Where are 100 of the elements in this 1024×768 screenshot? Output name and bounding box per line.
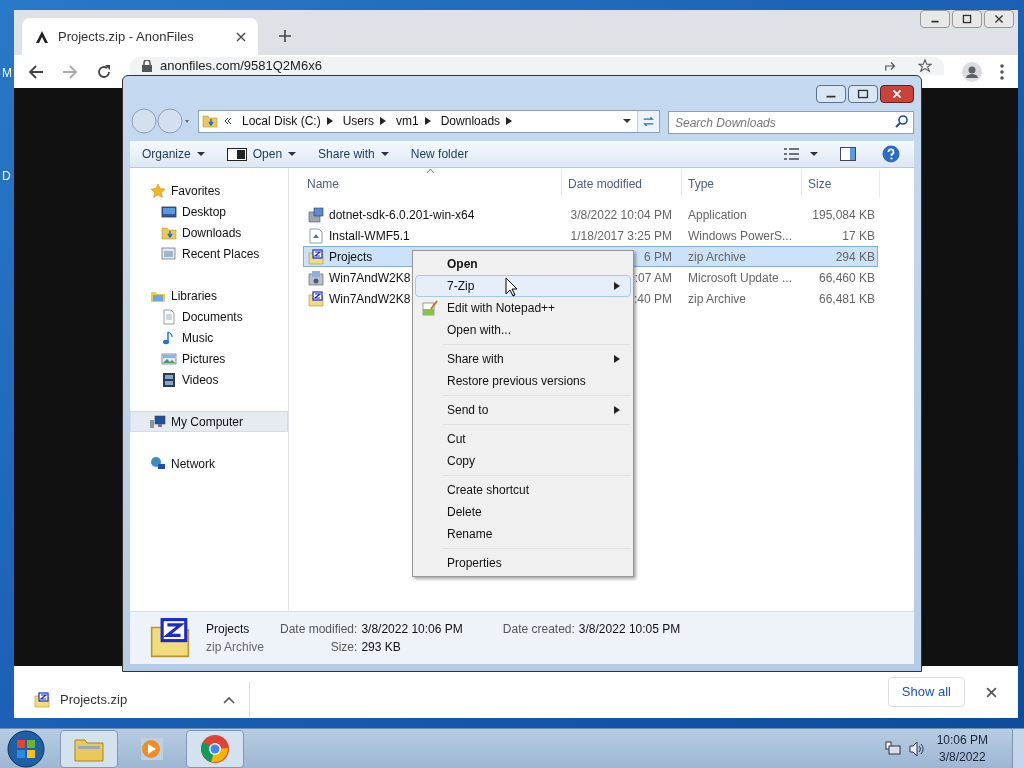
detail-label: Date modified: [280, 621, 358, 638]
preview-pane-icon[interactable] [840, 147, 856, 161]
close-icon[interactable] [880, 85, 914, 103]
toolbar-button[interactable]: Share with [318, 143, 389, 165]
nav-item[interactable]: Recent Places [130, 243, 288, 264]
installer-icon [308, 206, 324, 223]
notepad-icon [422, 300, 438, 316]
arrow-icon [424, 117, 431, 125]
arrow-icon [614, 355, 620, 363]
nav-item[interactable]: Libraries [130, 285, 288, 306]
arrow-icon [380, 117, 387, 125]
menu-item[interactable]: Cut [415, 428, 631, 450]
menu-item[interactable]: Copy [415, 450, 631, 472]
nav-item[interactable]: Videos [130, 369, 288, 390]
menu-icon[interactable] [1000, 63, 1004, 80]
folder-icon [202, 113, 218, 129]
chevron-up-icon[interactable] [223, 696, 235, 704]
date-cell-text: 1/18/2017 3:25 PM [570, 227, 672, 245]
toolbar-button[interactable]: Organize [142, 143, 205, 165]
clock-time: 10:06 PM [936, 731, 988, 749]
caret-icon [288, 150, 297, 158]
address-field[interactable]: anonfiles.com/9581Q2M6x6 [130, 57, 944, 75]
view-list-icon[interactable] [784, 148, 800, 160]
size-cell-text: 195,084 KB [812, 206, 875, 224]
bookmark-star-icon[interactable] [918, 59, 932, 73]
detail-value: 3/8/2022 10:06 PM [361, 621, 463, 638]
menu-item[interactable]: Open [415, 253, 631, 275]
caret-icon [623, 117, 631, 125]
address-bar[interactable]: Local Disk (C:) Users vm1 Downloads [198, 109, 660, 133]
menu-item[interactable]: Open with... [415, 319, 631, 341]
new-tab-icon[interactable] [278, 29, 292, 43]
search-field[interactable]: Search Downloads [668, 111, 914, 134]
cursor-icon [505, 277, 518, 297]
file-name[interactable]: Projects [329, 247, 373, 266]
arrow-icon [326, 117, 333, 125]
clock-date: 3/8/2022 [938, 748, 986, 766]
size-cell-text: 66,481 KB [818, 290, 875, 308]
close-icon[interactable] [236, 31, 246, 42]
taskbar-button[interactable] [186, 729, 244, 768]
menu-item[interactable]: 7-Zip [415, 275, 631, 297]
volume-icon[interactable] [908, 740, 925, 757]
date-cell-text: :07 AM [634, 269, 672, 287]
nav-item[interactable]: Network [130, 453, 288, 474]
column-header[interactable]: Date modified [562, 170, 682, 197]
show-all-button[interactable]: Show all [887, 677, 965, 707]
menu-item[interactable]: Send to [415, 399, 631, 421]
type-cell: zip Archive [688, 291, 747, 306]
file-name[interactable]: dotnet-sdk-6.0.201-win-x64 [329, 205, 475, 224]
toolbar-button[interactable]: Open [226, 143, 297, 165]
close-icon[interactable] [986, 686, 997, 698]
file-name[interactable]: Win7AndW2K8 [329, 289, 411, 308]
minimize-icon[interactable] [816, 85, 846, 103]
file-name[interactable]: Win7AndW2K8 [329, 268, 411, 287]
desktop-icon-label: M [2, 66, 12, 80]
file-name[interactable]: Install-WMF5.1 [329, 226, 410, 245]
monitor-icon [161, 203, 177, 220]
network-icon [150, 455, 166, 472]
nav-item[interactable]: Documents [130, 306, 288, 327]
browser-tab[interactable]: Projects.zip - AnonFiles [22, 18, 258, 55]
reload-icon[interactable] [96, 63, 112, 80]
network-icon[interactable] [884, 740, 901, 757]
download-item[interactable]: Projects.zip [14, 682, 250, 718]
start-icon[interactable] [6, 728, 46, 768]
nav-item[interactable]: Pictures [130, 348, 288, 369]
refresh-icon[interactable] [637, 110, 659, 132]
date-cell-text: 6 PM [644, 248, 672, 266]
column-header[interactable]: Type [682, 170, 802, 197]
nav-item[interactable]: My Computer [130, 411, 288, 432]
menu-item[interactable]: Rename [415, 523, 631, 545]
toolbar-button[interactable]: New folder [410, 143, 469, 165]
nav-item[interactable]: Music [130, 327, 288, 348]
maximize-icon[interactable] [848, 85, 878, 103]
date-cell-text: 3/8/2022 10:04 PM [570, 206, 672, 224]
nav-item[interactable]: Downloads [130, 222, 288, 243]
column-header[interactable]: Size [802, 170, 880, 197]
folder-icon [161, 224, 177, 241]
menu-item[interactable]: Edit with Notepad++ [415, 297, 631, 319]
close-icon[interactable] [984, 10, 1014, 28]
maximize-icon[interactable] [952, 10, 982, 28]
type-cell: Microsoft Update ... [688, 270, 793, 285]
menu-item[interactable]: Delete [415, 501, 631, 523]
nav-item[interactable]: Favorites [130, 180, 288, 201]
menu-item[interactable]: Properties [415, 552, 631, 574]
lock-icon [142, 60, 152, 72]
breadcrumb-item[interactable]: vm1 [396, 112, 419, 130]
help-icon[interactable] [882, 145, 900, 163]
menu-item[interactable]: Create shortcut [415, 479, 631, 501]
back-icon[interactable] [28, 63, 44, 80]
menu-item[interactable]: Share with [415, 348, 631, 370]
breadcrumb-item[interactable]: Local Disk (C:) [242, 112, 321, 130]
menu-item[interactable]: Restore previous versions [415, 370, 631, 392]
breadcrumb-item[interactable]: Users [342, 112, 375, 130]
share-icon[interactable] [884, 59, 898, 73]
breadcrumb-item[interactable]: Downloads [440, 112, 501, 130]
date-cell-text: :40 PM [634, 290, 672, 308]
caret-icon [380, 150, 389, 158]
picture-icon [161, 350, 177, 367]
nav-item[interactable]: Desktop [130, 201, 288, 222]
profile-icon[interactable] [962, 61, 982, 82]
column-header[interactable]: Name [289, 170, 562, 197]
